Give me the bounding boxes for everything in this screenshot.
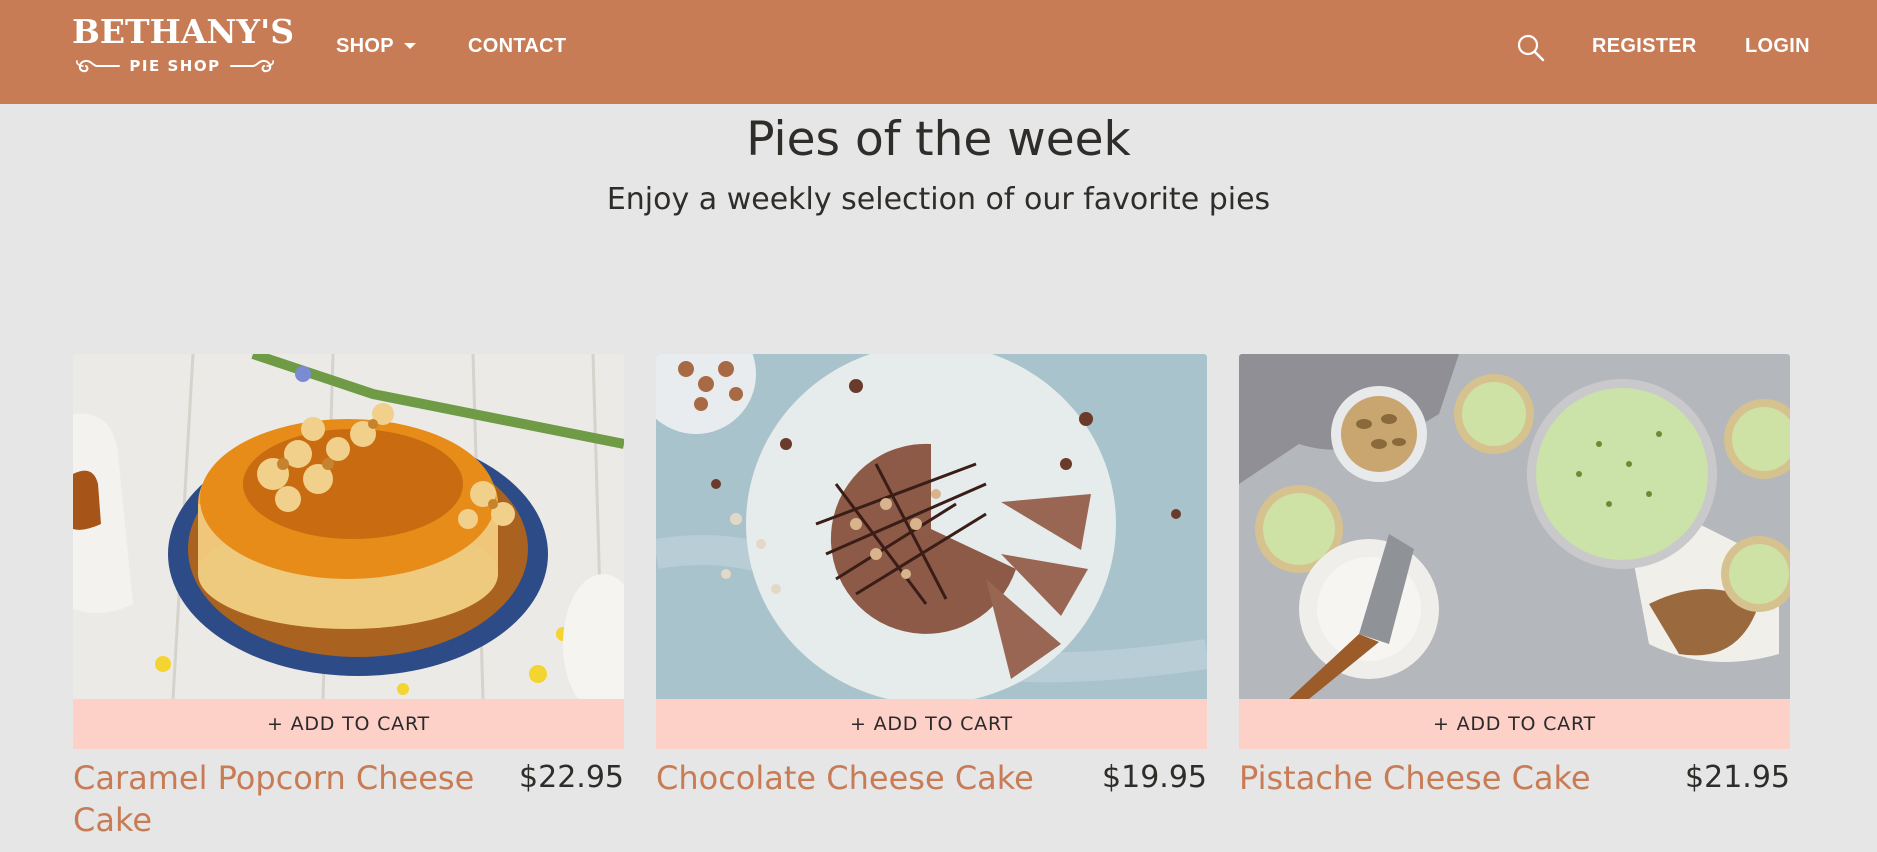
product-title[interactable]: Chocolate Cheese Cake: [656, 757, 1096, 799]
product-info: Pistache Cheese Cake $21.95: [1239, 749, 1790, 849]
product-price: $22.95: [519, 760, 624, 795]
page-subtitle: Enjoy a weekly selection of our favorite…: [606, 182, 1271, 217]
product-title[interactable]: Caramel Popcorn Cheese Cake: [73, 757, 513, 841]
product-price: $21.95: [1685, 760, 1790, 795]
chevron-down-icon: [403, 43, 416, 49]
product-card: + ADD TO CART Caramel Popcorn Cheese Cak…: [73, 354, 624, 849]
brand-name: BETHANY'S: [72, 12, 295, 51]
product-card: + ADD TO CART Pistache Cheese Cake $21.9…: [1239, 354, 1790, 849]
left-flourish-icon: [76, 59, 121, 73]
nav-register-link[interactable]: REGISTER: [1592, 30, 1697, 62]
search-icon[interactable]: [1516, 33, 1546, 63]
product-info: Caramel Popcorn Cheese Cake $22.95: [73, 749, 624, 849]
product-image-chocolate[interactable]: [656, 354, 1207, 699]
nav-shop-label: SHOP: [336, 35, 394, 57]
product-info: Chocolate Cheese Cake $19.95: [656, 749, 1207, 849]
nav-shop-dropdown[interactable]: SHOP: [336, 30, 416, 62]
brand-tagline: PIE SHOP: [129, 57, 221, 75]
brand-tagline-row: PIE SHOP: [72, 54, 278, 78]
right-flourish-icon: [229, 59, 274, 73]
brand-logo[interactable]: BETHANY'S PIE SHOP: [72, 12, 295, 78]
top-navbar: BETHANY'S PIE SHOP SHOP CONTACT REGISTER…: [0, 0, 1877, 104]
product-image-pistache[interactable]: [1239, 354, 1790, 699]
product-title[interactable]: Pistache Cheese Cake: [1239, 757, 1679, 799]
product-card: + ADD TO CART Chocolate Cheese Cake $19.…: [656, 354, 1207, 849]
add-to-cart-button[interactable]: + ADD TO CART: [73, 699, 624, 749]
add-to-cart-button[interactable]: + ADD TO CART: [656, 699, 1207, 749]
nav-login-link[interactable]: LOGIN: [1745, 30, 1810, 62]
page-title: Pies of the week: [746, 112, 1131, 167]
product-image-caramel-popcorn[interactable]: [73, 354, 624, 699]
nav-contact-link[interactable]: CONTACT: [468, 30, 566, 62]
add-to-cart-button[interactable]: + ADD TO CART: [1239, 699, 1790, 749]
product-price: $19.95: [1102, 760, 1207, 795]
